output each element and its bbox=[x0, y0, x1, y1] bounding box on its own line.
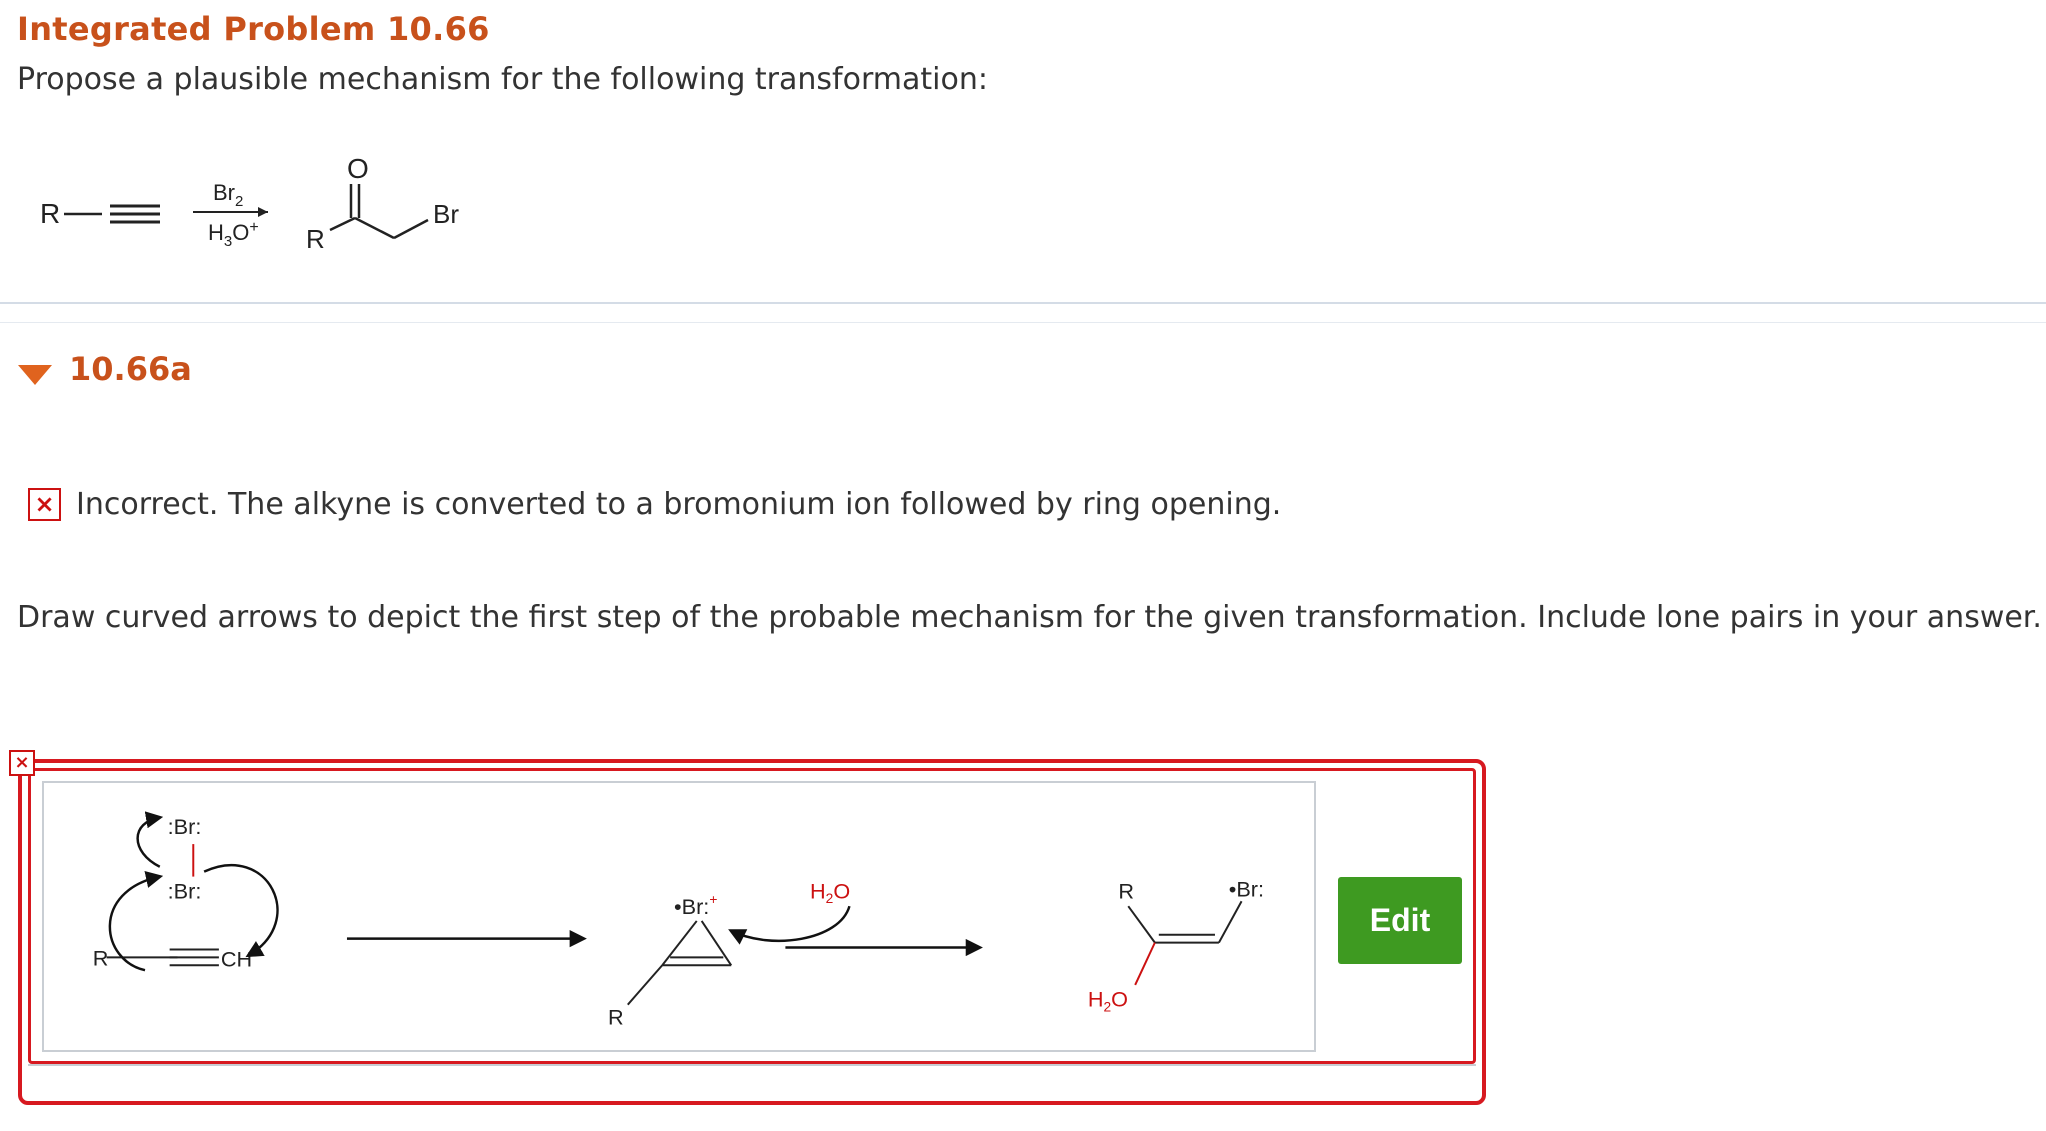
step2-br: •Br:+ bbox=[674, 892, 717, 919]
section-divider-light bbox=[0, 322, 2046, 323]
step3-water: H2O bbox=[1088, 987, 1128, 1015]
scheme-product-r: R bbox=[306, 224, 325, 254]
feedback-text: Incorrect. The alkyne is converted to a … bbox=[76, 487, 1282, 522]
scheme-reagent-bottom: H3O+ bbox=[208, 219, 259, 250]
scheme-product-br: Br bbox=[433, 199, 459, 229]
reaction-scheme: R Br2 H3O+ O R Br bbox=[40, 153, 459, 254]
step1-r: R bbox=[93, 945, 109, 970]
step2-water: H2O bbox=[810, 878, 850, 906]
step1-br-top: :Br: bbox=[168, 814, 202, 839]
step1-br-bottom: :Br: bbox=[168, 878, 202, 903]
answer-incorrect-icon: × bbox=[9, 750, 35, 776]
incorrect-icon: × bbox=[28, 488, 61, 521]
scheme-product-o: O bbox=[347, 153, 369, 184]
scheme-reactant-r: R bbox=[40, 198, 60, 229]
instruction-text: Draw curved arrows to depict the first s… bbox=[17, 600, 2042, 635]
scheme-reagent-top: Br2 bbox=[213, 180, 243, 210]
answer-base-line bbox=[28, 1064, 1476, 1066]
section-divider bbox=[0, 302, 2046, 304]
problem-prompt: Propose a plausible mechanism for the fo… bbox=[17, 62, 988, 97]
step3-r: R bbox=[1118, 878, 1134, 903]
collapse-triangle-icon[interactable] bbox=[18, 365, 52, 385]
edit-button[interactable]: Edit bbox=[1338, 877, 1462, 964]
part-label[interactable]: 10.66a bbox=[69, 350, 192, 388]
mechanism-drawing[interactable]: :Br: :Br: R CH •Br:+ R H2O R •Br: H2O bbox=[42, 781, 1316, 1052]
step1-ch: CH bbox=[221, 946, 252, 971]
step2-r: R bbox=[608, 1004, 624, 1029]
problem-title: Integrated Problem 10.66 bbox=[17, 10, 490, 48]
step3-br: •Br: bbox=[1229, 876, 1264, 901]
